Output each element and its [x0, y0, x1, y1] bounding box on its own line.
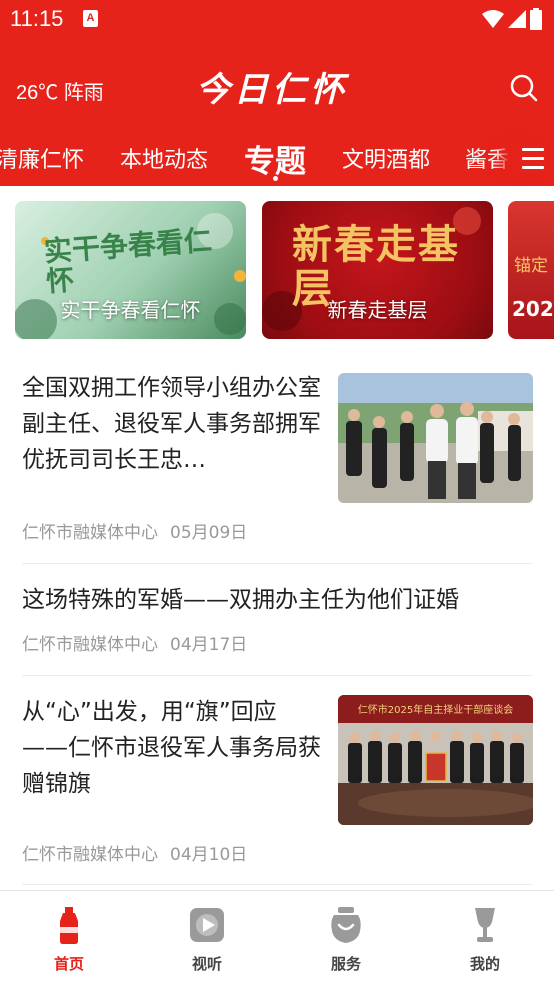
news-title: 全国双拥工作领导小组办公室副主任、退役军人事务部拥军优抚司司长王忠…: [22, 375, 321, 473]
channel-menu-button[interactable]: [512, 144, 546, 174]
play-icon: [190, 908, 224, 942]
tab-video[interactable]: 视听: [138, 891, 276, 985]
header: 11:15 A 26℃ 阵雨 今日仁怀 清廉仁怀 本地动态 专题 文明酒都 酱香: [0, 0, 554, 186]
app-screen: 11:15 A 26℃ 阵雨 今日仁怀 清廉仁怀 本地动态 专题 文明酒都 酱香: [0, 0, 554, 985]
bottle-icon: [60, 907, 78, 944]
wifi-icon: [482, 10, 504, 28]
news-item[interactable]: 从“心”出发，用“旗”回应——仁怀市退役军人事务局获赠锦旗 仁怀市融媒体中心 04…: [0, 676, 554, 884]
bottom-tab-bar: 首页 视听 服务 我的: [0, 890, 554, 985]
tab-profile[interactable]: 我的: [416, 891, 554, 985]
news-date: 05月09日: [170, 523, 248, 543]
news-title: 从“心”出发，用“旗”回应——仁怀市退役军人事务局获赠锦旗: [22, 699, 321, 797]
status-icons: [482, 8, 542, 30]
news-date: 04月17日: [170, 635, 248, 655]
tab-label: 视听: [191, 955, 222, 973]
search-button[interactable]: [508, 72, 540, 104]
news-photo-banner: 仁怀市2025年自主择业干部座谈会: [357, 705, 514, 716]
nav-item-wenming[interactable]: 文明酒都: [342, 142, 430, 174]
news-item[interactable]: 这场特殊的军婚——双拥办主任为他们证婚 仁怀市融媒体中心 04月17日: [0, 564, 554, 676]
news-thumbnail: 仁怀市2025年自主择业干部座谈会: [338, 695, 533, 825]
status-bar: 11:15 A: [0, 0, 554, 40]
news-meta: 仁怀市融媒体中心 04月17日: [22, 630, 247, 655]
news-date: 04月10日: [170, 845, 248, 865]
tab-label: 首页: [53, 955, 84, 973]
search-icon: [510, 74, 538, 102]
tab-home[interactable]: 首页: [0, 891, 138, 985]
news-photo-officials: [338, 373, 533, 503]
sim-card-icon: A: [83, 10, 98, 27]
topic-card-shigan[interactable]: 实干争春看仁怀 实干争春看仁怀: [15, 201, 246, 339]
topic-label: 实干争春看仁怀: [60, 298, 201, 322]
signal-icon: [508, 10, 526, 28]
news-meta: 仁怀市融媒体中心 05月09日: [22, 518, 247, 543]
tab-label: 我的: [469, 955, 500, 973]
app-logo: 今日仁怀: [196, 70, 348, 110]
topic-art-text: 锚定: [514, 256, 548, 276]
menu-icon: [522, 148, 544, 151]
news-title: 这场特殊的军婚——双拥办主任为他们证婚: [22, 587, 459, 613]
weather-text: 26℃ 阵雨: [16, 82, 104, 104]
tab-service[interactable]: 服务: [277, 891, 415, 985]
battery-icon: [530, 8, 542, 30]
topic-card-xinchun[interactable]: 新春走基层 新春走基层: [262, 201, 493, 339]
news-source: 仁怀市融媒体中心: [22, 523, 158, 543]
news-item[interactable]: 全国双拥工作领导小组办公室副主任、退役军人事务部拥军优抚司司长王忠… 仁怀市融媒…: [0, 356, 554, 564]
news-thumbnail: [338, 373, 533, 503]
divider: [22, 884, 532, 885]
cup-icon: [475, 908, 495, 942]
topic-card-third[interactable]: 锚定 202: [508, 201, 554, 339]
status-time: 11:15: [10, 6, 64, 31]
nav-item-qinglian[interactable]: 清廉仁怀: [0, 142, 84, 174]
nav-item-special[interactable]: 专题: [244, 136, 306, 181]
topic-carousel: 实干争春看仁怀 实干争春看仁怀 新春走基层 新春走基层 锚定 202: [0, 186, 554, 356]
news-meta: 仁怀市融媒体中心 04月10日: [22, 840, 247, 865]
topic-art-text: 实干争春看仁怀: [42, 223, 213, 299]
nav-item-local-news[interactable]: 本地动态: [120, 142, 208, 174]
jar-icon: [331, 907, 361, 943]
tab-label: 服务: [330, 955, 361, 973]
nav-item-jiangxiang[interactable]: 酱香: [465, 142, 509, 174]
topic-label: 新春走基层: [327, 298, 428, 322]
news-source: 仁怀市融媒体中心: [22, 845, 158, 865]
news-source: 仁怀市融媒体中心: [22, 635, 158, 655]
nav-active-indicator: [273, 176, 278, 181]
topic-label: 202: [512, 297, 554, 321]
